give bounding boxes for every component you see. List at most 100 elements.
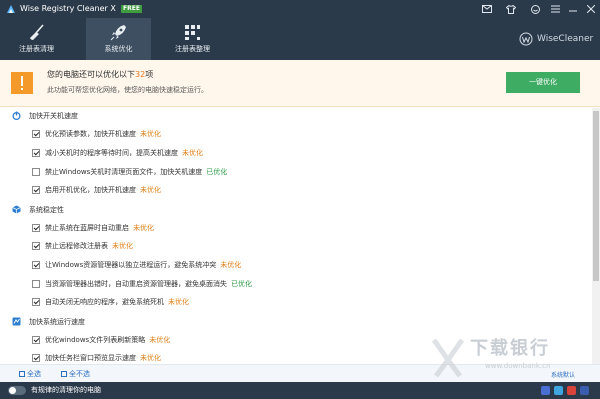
select-all-label: 全选 — [27, 370, 41, 378]
item-checkbox[interactable] — [32, 149, 40, 157]
item-label: 让Windows资源管理器以独立进程运行，避免系统冲突 未优化 — [45, 260, 241, 270]
list-scrollbar[interactable] — [592, 108, 600, 364]
list-item: 当资源管理器出错时，自动重启资源管理器，避免桌面消失 已优化 — [0, 278, 590, 291]
pending-count: 32 — [135, 70, 146, 79]
item-checkbox[interactable] — [32, 336, 40, 344]
item-label: 禁止Windows关机时清理页面文件，加快关机速度 已优化 — [45, 167, 227, 177]
list-item: 自动关闭无响应的程序，避免系统死机 未优化 — [0, 296, 590, 309]
window-title: Wise Registry Cleaner X — [20, 4, 116, 13]
minimize-icon[interactable] — [567, 3, 579, 15]
section-label: 加快开关机速度 — [29, 112, 78, 120]
item-label: 当资源管理器出错时，自动重启资源管理器，避免桌面消失 已优化 — [45, 279, 252, 289]
tab-label: 系统优化 — [104, 45, 133, 53]
section-system-stability[interactable]: 系统稳定性 — [0, 203, 590, 217]
select-all-link[interactable]: 全选 — [19, 370, 41, 378]
banner-subtitle: 此功能可帮您优化网络，使您的电脑快速稳定运行。 — [47, 86, 208, 94]
status-badge: 已优化 — [206, 168, 228, 176]
item-checkbox[interactable] — [32, 186, 40, 194]
rocket-icon — [110, 25, 126, 41]
item-label: 优化预读参数，加快开机速度 未优化 — [45, 129, 161, 139]
feedback-icon[interactable] — [529, 3, 541, 15]
status-badge: 未优化 — [220, 261, 242, 269]
tab-label: 注册表整理 — [175, 45, 210, 53]
item-label: 启用开机优化，加快开机速度 未优化 — [45, 185, 161, 195]
defrag-blocks-icon — [185, 25, 200, 40]
app-window: Wise Registry Cleaner X FREE 注册表清理 系统优化 … — [0, 0, 600, 399]
mail-icon[interactable] — [481, 3, 493, 15]
item-checkbox[interactable] — [32, 130, 40, 138]
list-item: 禁止Windows关机时清理页面文件，加快关机速度 已优化 — [0, 166, 590, 179]
power-icon — [12, 111, 21, 120]
watermark-text: 下载银行 — [470, 338, 550, 359]
select-none-icon — [61, 371, 67, 377]
tab-system-tuneup[interactable]: 系统优化 — [86, 18, 151, 60]
status-badge: 未优化 — [149, 336, 171, 344]
section-startup-speed[interactable]: 加快开关机速度 — [0, 109, 590, 123]
item-text: 让Windows资源管理器以独立进程运行，避免系统冲突 — [45, 261, 217, 269]
twitter-icon[interactable] — [554, 386, 563, 395]
status-badge: 未优化 — [140, 354, 161, 362]
item-text: 启用开机优化，加快开机速度 — [45, 186, 136, 194]
item-checkbox[interactable] — [32, 298, 40, 306]
item-text: 加快任务栏窗口预览显示速度 — [45, 354, 136, 362]
facebook-icon[interactable] — [580, 386, 589, 395]
item-text: 优化windows文件列表刷新策略 — [45, 336, 146, 344]
item-label: 减小关机时的程序等待时间，提高关机速度 未优化 — [45, 148, 203, 158]
item-checkbox[interactable] — [32, 224, 40, 232]
tab-label: 注册表清理 — [19, 45, 54, 53]
status-badge: 未优化 — [133, 224, 154, 232]
select-none-link[interactable]: 全不选 — [61, 370, 90, 378]
item-label: 禁止远程修改注册表 未优化 — [45, 241, 133, 251]
select-none-label: 全不选 — [69, 370, 90, 378]
tab-registry-cleaner[interactable]: 注册表清理 — [4, 18, 69, 60]
item-text: 禁止系统在蓝屏时自动重启 — [45, 224, 129, 232]
list-item: 启用开机优化，加快开机速度 未优化 — [0, 184, 590, 197]
item-checkbox[interactable] — [32, 280, 40, 288]
status-badge: 已优化 — [231, 280, 252, 288]
list-item: 优化预读参数，加快开机速度 未优化 — [0, 128, 590, 141]
watermark-url: www.downbank.cn — [485, 362, 551, 370]
list-item: 减小关机时的程序等待时间，提高关机速度 未优化 — [0, 147, 590, 160]
list-item: 让Windows资源管理器以独立进程运行，避免系统冲突 未优化 — [0, 259, 590, 272]
schedule-toggle[interactable] — [8, 386, 26, 395]
status-badge: 未优化 — [168, 298, 189, 306]
banner-title: 您的电脑还可以优化以下32项 — [47, 70, 153, 80]
toggle-knob — [9, 387, 16, 394]
broom-icon — [30, 24, 44, 40]
scrollbar-thumb[interactable] — [593, 111, 599, 281]
section-label: 系统稳定性 — [29, 206, 64, 214]
weibo-icon[interactable] — [567, 386, 576, 395]
item-checkbox[interactable] — [32, 261, 40, 269]
item-checkbox[interactable] — [32, 354, 40, 362]
item-checkbox[interactable] — [32, 242, 40, 250]
warning-icon — [11, 72, 33, 94]
menu-icon[interactable] — [549, 3, 561, 15]
item-text: 减小关机时的程序等待时间，提高关机速度 — [45, 149, 178, 157]
app-logo-icon — [7, 5, 15, 13]
app-icon[interactable] — [541, 386, 550, 395]
item-label: 自动关闭无响应的程序，避免系统死机 未优化 — [45, 297, 189, 307]
brand-name: WiseCleaner — [537, 34, 594, 44]
wisecleaner-logo-icon — [519, 32, 533, 46]
banner-title-suffix: 项 — [145, 70, 154, 79]
item-text: 禁止Windows关机时清理页面文件，加快关机速度 — [45, 168, 203, 176]
section-run-speed[interactable]: 加快系统运行速度 — [0, 315, 590, 329]
section-label: 加快系统运行速度 — [29, 318, 85, 326]
tab-registry-defrag[interactable]: 注册表整理 — [160, 18, 225, 60]
item-label: 加快任务栏窗口预览显示速度 未优化 — [45, 353, 161, 363]
cube-icon — [12, 205, 21, 214]
shirt-skin-icon[interactable] — [505, 3, 517, 15]
item-checkbox[interactable] — [32, 168, 40, 176]
status-badge: 未优化 — [140, 186, 161, 194]
schedule-text: 有规律的清理你的电脑 — [31, 386, 101, 394]
speed-icon — [12, 317, 21, 326]
close-icon[interactable] — [585, 3, 597, 15]
select-all-icon — [19, 371, 25, 377]
item-label: 优化windows文件列表刷新策略 未优化 — [45, 335, 170, 345]
item-text: 优化预读参数，加快开机速度 — [45, 130, 136, 138]
list-item: 禁止远程修改注册表 未优化 — [0, 240, 590, 253]
item-text: 当资源管理器出错时，自动重启资源管理器，避免桌面消失 — [45, 280, 227, 288]
free-badge: FREE — [121, 5, 142, 13]
title-bar: Wise Registry Cleaner X FREE — [0, 0, 600, 18]
one-click-optimize-button[interactable]: 一键优化 — [506, 72, 580, 93]
